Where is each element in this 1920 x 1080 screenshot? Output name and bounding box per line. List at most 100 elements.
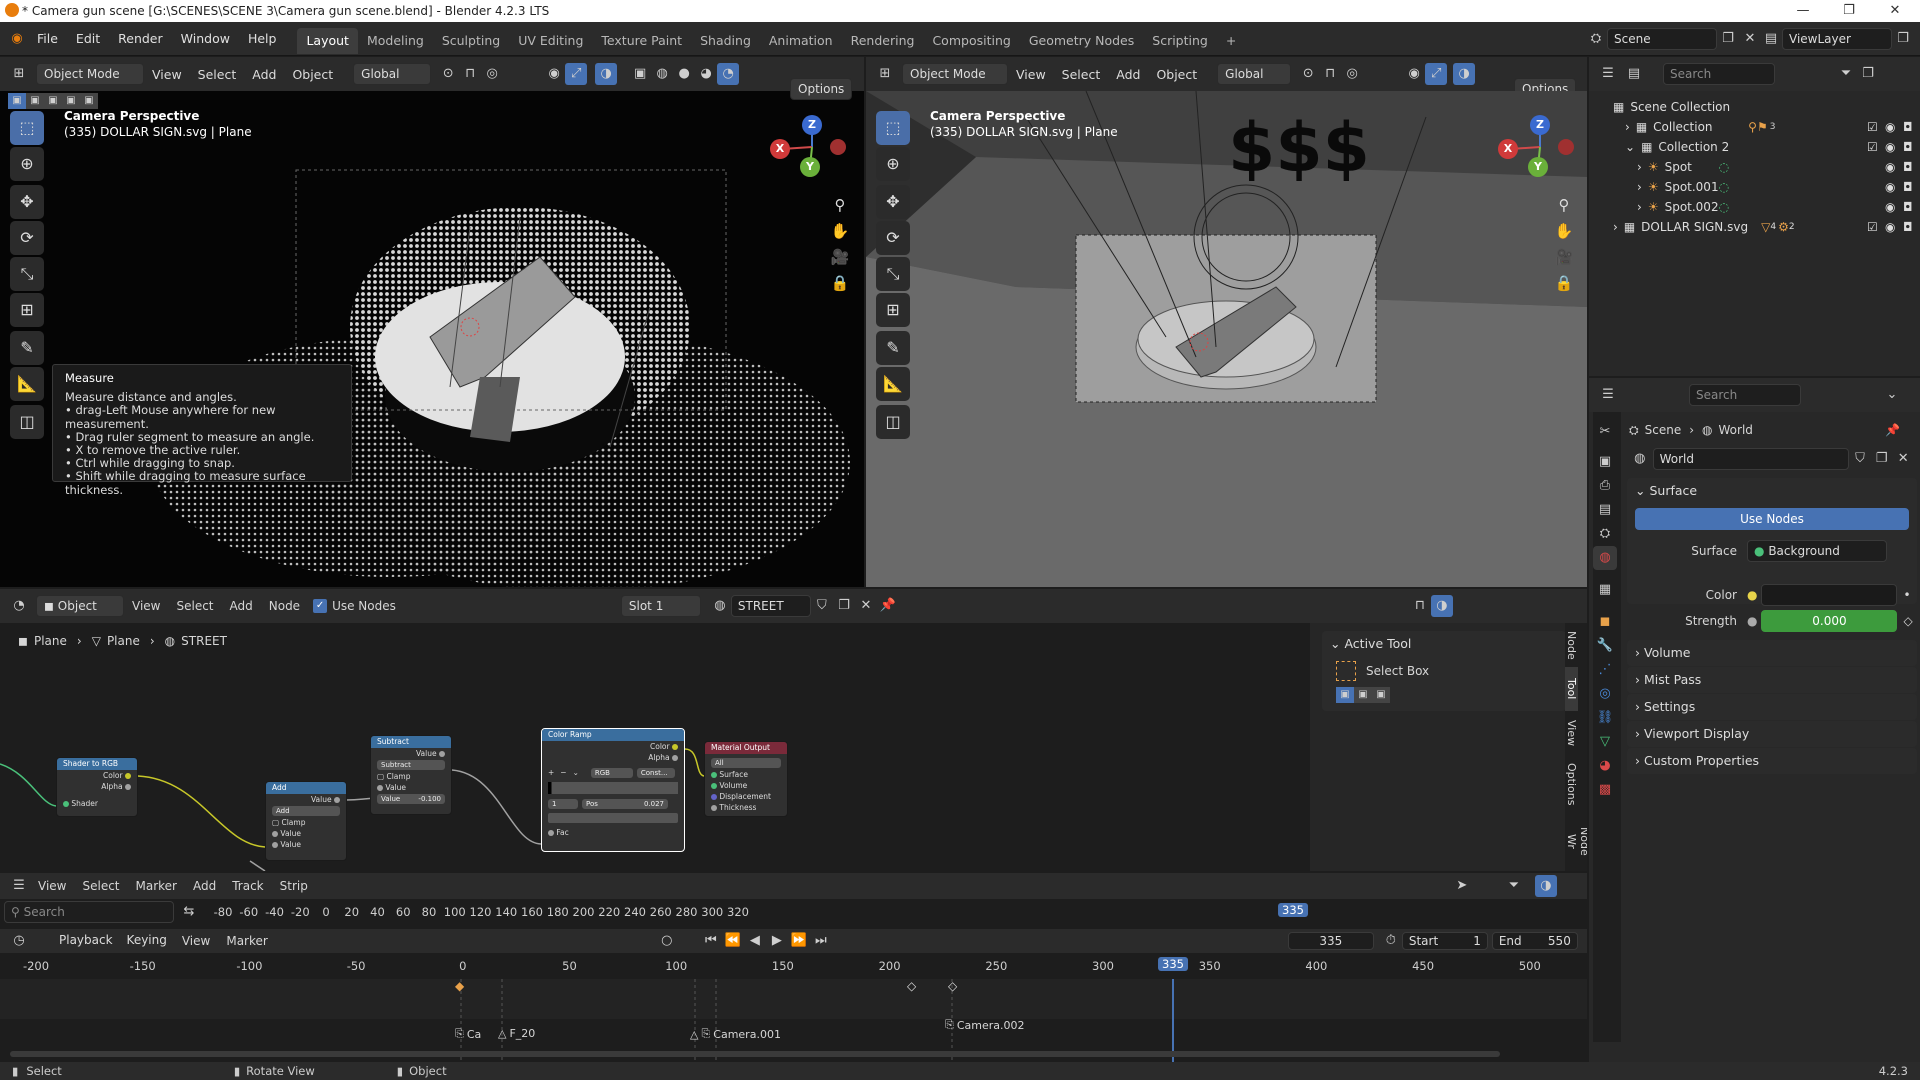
scale-tool-icon[interactable]: ⤡	[10, 257, 44, 291]
zoom-icon[interactable]: ⚲	[1551, 192, 1577, 218]
viewport-right-nav-gizmo[interactable]: Z X Y	[1498, 115, 1578, 185]
rotate-tool-icon[interactable]: ⟳	[876, 221, 910, 255]
use-nodes-button[interactable]: Use Nodes	[1635, 508, 1909, 530]
tab-geometry-nodes[interactable]: Geometry Nodes	[1020, 28, 1143, 54]
camera-render-icon[interactable]: ◘	[1903, 177, 1913, 197]
world-name-field[interactable]: World	[1652, 448, 1850, 470]
surface-shader-field[interactable]: ● Background	[1747, 540, 1887, 562]
axis-neg-x-icon[interactable]	[830, 139, 846, 155]
pan-hand-icon[interactable]: ✋	[827, 218, 853, 244]
eye-icon[interactable]: ◉	[1885, 137, 1895, 157]
section-custom-properties[interactable]: › Custom Properties	[1627, 748, 1917, 774]
checkbox-icon[interactable]: ☑	[1867, 137, 1878, 157]
sidebar-tab-tool[interactable]: Tool	[1565, 667, 1578, 711]
annotate-tool-icon[interactable]: ✎	[10, 331, 44, 365]
sidebar-tab-node[interactable]: Node	[1565, 623, 1578, 667]
sequencer-ruler[interactable]: -80 -60 -40 -20 0 20 40 60 80 100 120 140 160 180 200 2…	[210, 901, 1587, 925]
keying-dropdown[interactable]: Keying	[120, 930, 174, 952]
play-icon[interactable]: ▶	[766, 930, 788, 952]
select-box-tool-icon[interactable]: ⬚	[876, 111, 910, 145]
select-extend-icon[interactable]: ▣	[1354, 687, 1372, 703]
data-tab-icon[interactable]: ▽	[1593, 730, 1617, 754]
scene-name-field[interactable]: Scene	[1607, 28, 1717, 50]
eye-icon[interactable]: ◉	[1885, 177, 1895, 197]
annotate-tool-icon[interactable]: ✎	[876, 331, 910, 365]
select-box-tool-icon[interactable]: ⬚	[10, 111, 44, 145]
new-scene-icon[interactable]: ❐	[1717, 28, 1739, 50]
snap-icon[interactable]: ⊓	[1409, 595, 1431, 617]
axis-x-icon[interactable]: X	[1498, 139, 1518, 159]
tab-modeling[interactable]: Modeling	[358, 28, 433, 54]
node-header[interactable]: Subtract	[371, 736, 451, 748]
stop-color-swatch[interactable]	[548, 813, 678, 823]
tab-scripting[interactable]: Scripting	[1143, 28, 1217, 54]
strength-field[interactable]: 0.000	[1761, 610, 1898, 632]
tab-layout[interactable]: Layout	[297, 27, 358, 54]
world-browse-icon[interactable]: ◍	[1629, 448, 1651, 470]
physics-tab-icon[interactable]: ◎	[1593, 682, 1617, 706]
menu-render[interactable]: Render	[109, 22, 172, 56]
auto-key-icon[interactable]: ○	[656, 930, 678, 952]
jump-keyframe-forward-icon[interactable]: ⏩	[788, 930, 810, 952]
playhead-frame-label[interactable]: 335	[1158, 957, 1188, 971]
outliner-row-spot[interactable]: › ☀ Spot ◌ ◉ ◘	[1613, 157, 1913, 177]
expand-icon[interactable]: ›	[1637, 197, 1642, 217]
rotate-tool-icon[interactable]: ⟳	[10, 221, 44, 255]
measure-tool-icon[interactable]: 📐	[876, 367, 910, 401]
marker-ca[interactable]: ⎘ Ca	[455, 1027, 481, 1041]
close-button[interactable]: ✕	[1872, 0, 1918, 22]
color-mode-dropdown[interactable]: RGB	[590, 767, 633, 778]
target-dropdown[interactable]: All	[711, 758, 781, 768]
expand-icon[interactable]: ›	[1625, 117, 1630, 137]
pin-icon[interactable]: 📌	[1885, 423, 1900, 437]
eye-icon[interactable]: ◉	[1885, 157, 1895, 177]
timeline-ruler[interactable]: -200 -150 -100 -50 0 50 100 150 200 250 300 350 400 4…	[0, 955, 1587, 979]
camera-render-icon[interactable]: ◘	[1903, 157, 1913, 177]
pan-hand-icon[interactable]: ✋	[1551, 218, 1577, 244]
node-add[interactable]: Add Value Add ▢ Clamp Value Value	[265, 781, 347, 861]
filter-icon[interactable]: ⏷	[1503, 875, 1525, 897]
maximize-button[interactable]: ❐	[1826, 0, 1872, 22]
view-layer-field[interactable]: ViewLayer	[1782, 28, 1892, 50]
transform-tool-icon[interactable]: ⊞	[10, 293, 44, 327]
section-mist-pass[interactable]: › Mist Pass	[1627, 667, 1917, 693]
remove-stop-icon[interactable]: −	[560, 767, 566, 778]
outliner-row-collection-2[interactable]: ⌄ ▦ Collection 2 ☑ ◉ ◘	[1613, 137, 1913, 157]
axis-z-icon[interactable]: Z	[1530, 115, 1550, 135]
scale-tool-icon[interactable]: ⤡	[876, 257, 910, 291]
marker-camera-002[interactable]: ⎘ Camera.002	[945, 1018, 1024, 1032]
node-header[interactable]: Color Ramp	[542, 729, 684, 741]
tab-animation[interactable]: Animation	[760, 28, 842, 54]
operation-dropdown[interactable]: Subtract	[377, 760, 445, 770]
input-value-2-field[interactable]: Value -0.100	[377, 794, 445, 804]
surface-section-header[interactable]: ⌄ Surface	[1627, 478, 1917, 504]
move-tool-icon[interactable]: ✥	[876, 185, 910, 219]
tab-compositing[interactable]: Compositing	[923, 28, 1019, 54]
menu-view[interactable]: View	[174, 934, 218, 948]
checkbox-icon[interactable]: ☑	[1867, 117, 1878, 137]
tab-texture-paint[interactable]: Texture Paint	[592, 28, 691, 54]
fake-user-icon[interactable]: ⛉	[1849, 448, 1871, 470]
sidebar-tab-options[interactable]: Options	[1565, 755, 1578, 813]
node-header[interactable]: Material Output	[705, 742, 787, 754]
axis-z-icon[interactable]: Z	[802, 115, 822, 135]
node-color-ramp[interactable]: Color Ramp Color Alpha + − ⌄ RGB Const..…	[541, 728, 685, 852]
active-tool-header[interactable]: ⌄ Active Tool	[1322, 631, 1566, 657]
timeline[interactable]: ◷ Playback Keying View Marker ○ ⏮ ⏪ ◀ ▶ …	[0, 929, 1587, 1062]
stop-index-field[interactable]: 1	[548, 798, 578, 809]
menu-file[interactable]: File	[28, 22, 67, 56]
interpolation-dropdown[interactable]: Const...	[636, 767, 675, 778]
operation-dropdown[interactable]: Add	[272, 806, 340, 816]
overlay-toggle-icon[interactable]: ◑	[1430, 595, 1453, 617]
tab-uv-editing[interactable]: UV Editing	[509, 28, 592, 54]
expand-icon[interactable]: ›	[1637, 177, 1642, 197]
keyframe-diamond-icon[interactable]: ◇	[1903, 614, 1912, 628]
axis-y-icon[interactable]: Y	[1528, 157, 1548, 177]
lock-icon[interactable]: 🔒	[1551, 270, 1577, 296]
object-tab-icon[interactable]: ◼	[1593, 610, 1617, 634]
add-workspace-button[interactable]: +	[1217, 28, 1245, 54]
marker-f20[interactable]: △ F_20	[498, 1027, 535, 1040]
collapse-icon[interactable]: ⌄	[1625, 137, 1635, 157]
select-subtract-icon[interactable]: ▣	[1372, 687, 1390, 703]
material-tab-icon[interactable]: ◕	[1593, 754, 1617, 778]
